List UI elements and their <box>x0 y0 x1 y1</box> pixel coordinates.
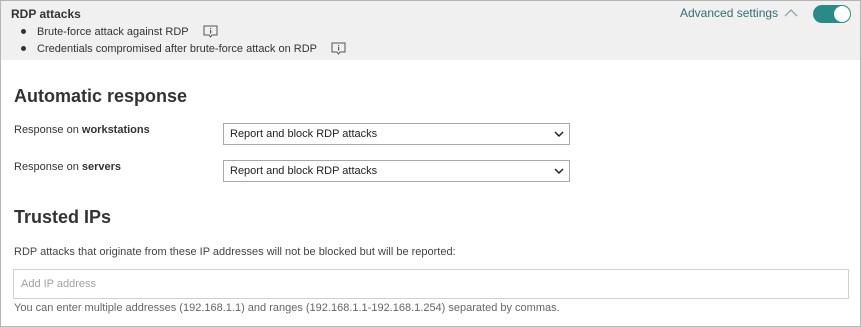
trusted-ips-hint: You can enter multiple addresses (192.16… <box>14 302 560 314</box>
select-value: Report and block RDP attacks <box>230 128 378 140</box>
bullet-dot <box>21 29 26 34</box>
trusted-ip-input[interactable] <box>13 269 849 299</box>
panel-title: RDP attacks <box>11 7 81 21</box>
label-prefix: Response on <box>14 161 82 173</box>
chevron-down-icon <box>554 131 564 138</box>
workstations-response-label: Response on workstations <box>14 124 150 136</box>
bullet-dot <box>21 46 26 51</box>
trusted-ips-description: RDP attacks that originate from these IP… <box>14 246 456 258</box>
info-icon[interactable] <box>203 25 218 38</box>
info-icon[interactable] <box>331 42 346 55</box>
bullet-item: Credentials compromised after brute-forc… <box>21 42 346 55</box>
workstations-response-select[interactable]: Report and block RDP attacks <box>223 123 570 145</box>
servers-response-select[interactable]: Report and block RDP attacks <box>223 160 570 182</box>
chevron-up-icon <box>784 9 798 17</box>
select-value: Report and block RDP attacks <box>230 165 378 177</box>
advanced-settings-link[interactable]: Advanced settings <box>680 6 798 20</box>
bullet-text: Brute-force attack against RDP <box>37 25 189 38</box>
label-prefix: Response on <box>14 124 82 136</box>
servers-response-label: Response on servers <box>14 161 121 173</box>
panel-header: RDP attacks Brute-force attack against R… <box>1 1 860 60</box>
automatic-response-heading: Automatic response <box>14 86 188 106</box>
bullet-text: Credentials compromised after brute-forc… <box>37 42 318 55</box>
chevron-down-icon <box>554 168 564 175</box>
trusted-ips-heading: Trusted IPs <box>14 207 112 227</box>
toggle-knob <box>834 6 850 22</box>
label-bold: workstations <box>81 124 150 136</box>
bullet-item: Brute-force attack against RDP <box>21 25 218 38</box>
label-bold: servers <box>81 161 122 173</box>
advanced-settings-label: Advanced settings <box>680 6 779 20</box>
rdp-attacks-toggle[interactable] <box>813 5 851 23</box>
